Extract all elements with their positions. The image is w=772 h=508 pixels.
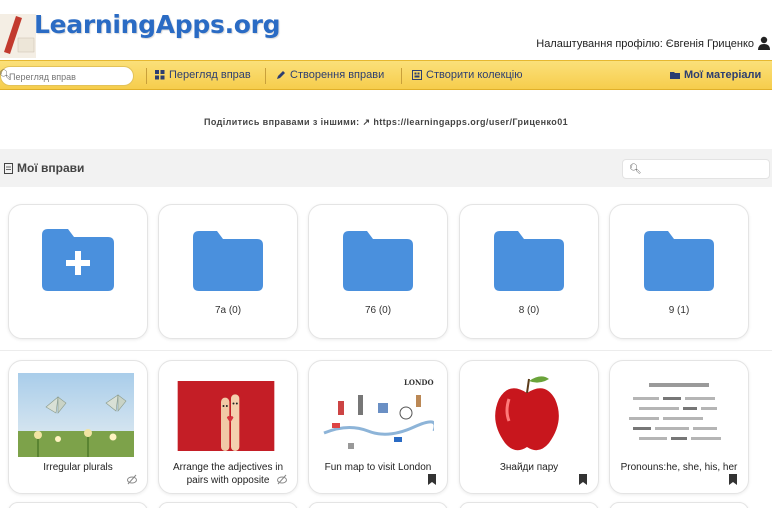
nav-my-materials[interactable]: Мої матеріали xyxy=(670,69,761,81)
nav-my-materials-label: Мої матеріали xyxy=(684,69,762,81)
app-card[interactable]: Irregular plurals xyxy=(8,360,148,494)
document-icon xyxy=(4,162,13,174)
folder-label: 8 (0) xyxy=(518,305,540,316)
pencil-icon xyxy=(277,71,285,79)
folder-card[interactable]: 7a (0) xyxy=(158,204,298,339)
profile-settings-link[interactable]: Налаштування профілю: Євгенія Гриценко xyxy=(536,38,754,50)
app-card[interactable] xyxy=(8,502,148,508)
app-card[interactable] xyxy=(609,502,749,508)
folder-label: 9 (1) xyxy=(668,305,690,316)
app-thumbnail xyxy=(177,381,275,451)
my-exercises-title: Мої вправи xyxy=(17,161,85,175)
share-url-link[interactable]: https://learningapps.org/user/Гриценко01 xyxy=(373,117,568,127)
app-card[interactable]: Pronouns:he, she, his, her xyxy=(609,360,749,494)
logo-text[interactable]: LearningApps.org xyxy=(34,10,281,39)
exercise-search-input[interactable] xyxy=(9,70,129,83)
grid-icon xyxy=(155,70,165,80)
new-folder-card[interactable] xyxy=(8,204,148,339)
folder-icon xyxy=(494,231,564,291)
logo-icon[interactable] xyxy=(0,8,38,60)
app-thumbnail xyxy=(619,373,735,457)
bookmark-icon[interactable] xyxy=(427,474,437,485)
app-card[interactable]: Arrange the adjectives in pairs with opp… xyxy=(158,360,298,494)
folder-open-icon xyxy=(670,72,680,79)
share-text: Поділитись вправами з іншими: xyxy=(203,117,363,127)
nav-divider xyxy=(146,68,147,84)
bookmark-icon[interactable] xyxy=(728,474,738,485)
app-card[interactable] xyxy=(459,502,599,508)
nav-browse-label: Перегляд вправ xyxy=(169,69,251,81)
folder-icon xyxy=(193,231,263,291)
nav-create-exercise[interactable]: Створення вправи xyxy=(276,69,384,81)
folder-icon xyxy=(644,231,714,291)
main-navbar: 🔍︎ Перегляд вправ Створення вправи Створ… xyxy=(0,60,772,90)
nav-create-collection[interactable]: Створити колекцію xyxy=(412,69,522,81)
app-title: Arrange the adjectives in pairs with opp… xyxy=(172,462,284,486)
folder-card[interactable]: 76 (0) xyxy=(308,204,448,339)
nav-divider xyxy=(401,68,402,84)
folder-card[interactable]: 8 (0) xyxy=(459,204,599,339)
add-folder-icon xyxy=(42,229,114,291)
share-line: Поділитись вправами з іншими: ↗︎ https:/… xyxy=(0,117,772,128)
nav-collection-label: Створити колекцію xyxy=(426,69,523,81)
my-exercises-bar: Мої вправи 🔍︎ xyxy=(0,149,772,187)
collection-icon xyxy=(412,70,422,80)
app-thumbnail xyxy=(469,373,585,457)
folder-label: 76 (0) xyxy=(364,305,392,316)
app-card[interactable] xyxy=(308,502,448,508)
folder-label: 7a (0) xyxy=(214,305,242,316)
app-title: Знайди пару xyxy=(499,462,559,473)
app-title: Irregular plurals xyxy=(43,462,113,473)
bookmark-icon[interactable] xyxy=(578,474,588,485)
folder-icon xyxy=(343,231,413,291)
search-icon: 🔍︎ xyxy=(629,164,642,175)
shared-icon xyxy=(277,474,287,485)
app-card[interactable] xyxy=(158,502,298,508)
app-card[interactable]: Знайди пару xyxy=(459,360,599,494)
shared-icon xyxy=(127,474,137,485)
app-thumbnail: LONDON xyxy=(318,373,434,457)
app-thumbnail-caption: LONDON xyxy=(404,378,434,387)
header: LearningApps.org Налаштування профілю: Є… xyxy=(0,0,772,60)
my-exercises-search-box[interactable]: 🔍︎ xyxy=(622,159,770,179)
nav-create-label: Створення вправи xyxy=(290,69,385,81)
app-thumbnail xyxy=(18,373,134,457)
app-title: Pronouns:he, she, his, her xyxy=(620,462,738,473)
folder-card[interactable]: 9 (1) xyxy=(609,204,749,339)
nav-browse-exercises[interactable]: Перегляд вправ xyxy=(155,69,251,81)
section-divider xyxy=(0,350,772,351)
user-icon[interactable] xyxy=(758,36,770,50)
exercise-search-box[interactable]: 🔍︎ xyxy=(0,66,134,86)
app-title: Fun map to visit London xyxy=(324,462,432,473)
app-card[interactable]: LONDON Fun map to visit London xyxy=(308,360,448,494)
nav-divider xyxy=(265,68,266,84)
external-link-icon: ↗︎ xyxy=(362,117,374,127)
next-row-peek xyxy=(0,498,772,508)
my-exercises-heading: Мої вправи xyxy=(4,161,84,175)
